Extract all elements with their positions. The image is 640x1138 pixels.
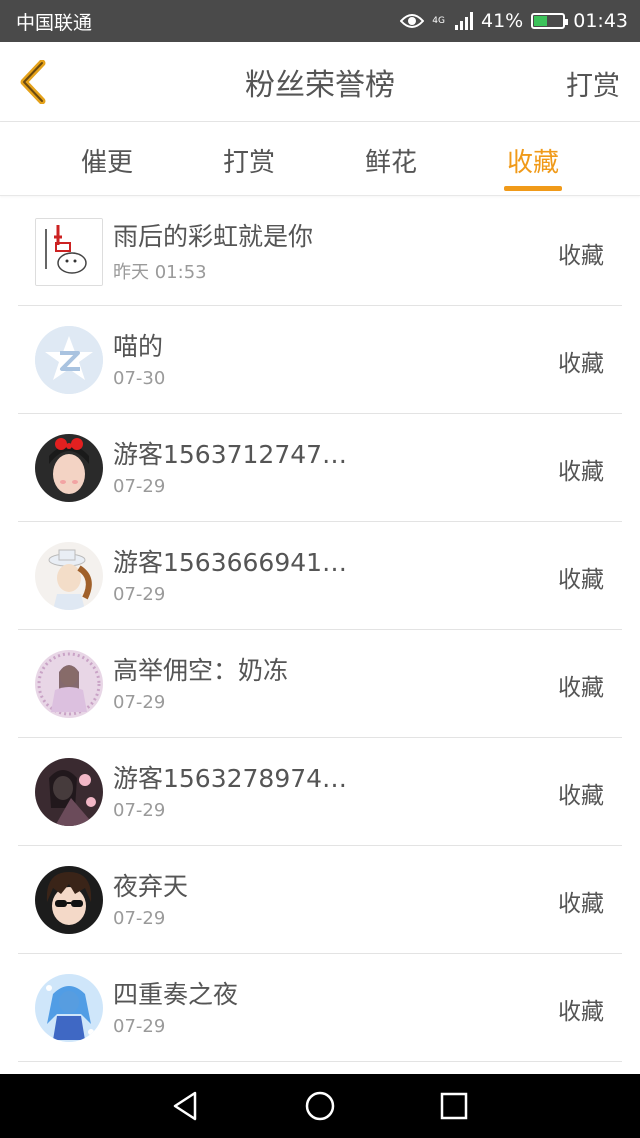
tab-flowers[interactable]: 鲜花: [320, 122, 462, 195]
user-name: 喵的: [113, 332, 164, 361]
action-label: 收藏: [558, 351, 604, 377]
action-label: 收藏: [558, 567, 604, 593]
user-name: 游客1563666941…: [113, 548, 348, 577]
list-item[interactable]: 游客1563278974… 07-29 收藏: [18, 738, 622, 846]
user-time: 07-30: [113, 368, 166, 389]
signal-icon: [455, 12, 473, 30]
tab-reward[interactable]: 打赏: [178, 122, 320, 195]
avatar: [35, 865, 103, 934]
user-name: 游客1563278974…: [113, 764, 348, 793]
action-label: 收藏: [558, 243, 604, 269]
list-item[interactable]: 高举佣空：奶冻 07-29 收藏: [18, 630, 622, 738]
action-label: 收藏: [558, 675, 604, 701]
user-name: 四重奏之夜: [113, 980, 239, 1009]
user-name: 夜弃天: [113, 872, 189, 901]
tab-urge[interactable]: 催更: [36, 122, 178, 195]
avatar: [35, 541, 103, 610]
system-nav-bar: [0, 1074, 640, 1138]
status-bar: 中国联通 4G 41% 01:43: [0, 0, 640, 42]
list-item[interactable]: 游客1563666941… 07-29 收藏: [18, 522, 622, 630]
chevron-left-icon: [20, 59, 46, 105]
user-time: 07-29: [113, 692, 166, 713]
avatar: [35, 757, 103, 826]
avatar: [35, 217, 103, 286]
battery-icon: [531, 13, 569, 29]
user-time: 07-29: [113, 1016, 166, 1037]
network-type: 4G: [432, 15, 445, 26]
list-item[interactable]: 夜弃天 07-29 收藏: [18, 846, 622, 954]
user-time: 07-29: [113, 800, 166, 821]
list-item[interactable]: 喵的 07-30 收藏: [18, 306, 622, 414]
avatar: [35, 649, 103, 718]
page-title: 粉丝荣誉榜: [245, 67, 395, 103]
user-time: 07-29: [113, 584, 166, 605]
eye-icon: [400, 14, 425, 28]
triangle-back-icon[interactable]: [171, 1090, 201, 1122]
tab-bar: 催更 打赏 鲜花 收藏: [0, 122, 640, 196]
action-label: 收藏: [558, 891, 604, 917]
action-label: 收藏: [558, 459, 604, 485]
user-name: 高举佣空：奶冻: [113, 656, 289, 685]
app-header: 粉丝荣誉榜 打赏: [0, 42, 640, 122]
back-button[interactable]: [16, 59, 56, 105]
user-time: 07-29: [113, 476, 166, 497]
carrier-label: 中国联通: [16, 11, 93, 34]
list-item[interactable]: 雨后的彩虹就是你 昨天 01:53 收藏: [18, 198, 622, 306]
tab-favorites[interactable]: 收藏: [462, 122, 604, 195]
list-item[interactable]: 四重奏之夜 07-29 收藏: [18, 954, 622, 1062]
avatar: [35, 325, 103, 394]
list-item[interactable]: 游客1563712747… 07-29 收藏: [18, 414, 622, 522]
avatar: [35, 433, 103, 502]
clock: 01:43: [573, 10, 628, 32]
fan-list: 雨后的彩虹就是你 昨天 01:53 收藏 喵的 07-30 收藏 游客15637…: [18, 198, 622, 1062]
square-recent-icon[interactable]: [439, 1091, 469, 1121]
action-label: 收藏: [558, 783, 604, 809]
user-name: 游客1563712747…: [113, 440, 348, 469]
avatar: [35, 973, 103, 1042]
battery-percent: 41%: [481, 10, 524, 32]
action-label: 收藏: [558, 999, 604, 1025]
status-icons: 4G 41% 01:43: [400, 10, 628, 32]
reward-button[interactable]: 打赏: [566, 64, 620, 103]
circle-home-icon[interactable]: [304, 1090, 336, 1122]
user-time: 07-29: [113, 908, 166, 929]
user-name: 雨后的彩虹就是你: [113, 221, 314, 251]
user-time: 昨天 01:53: [113, 261, 207, 283]
